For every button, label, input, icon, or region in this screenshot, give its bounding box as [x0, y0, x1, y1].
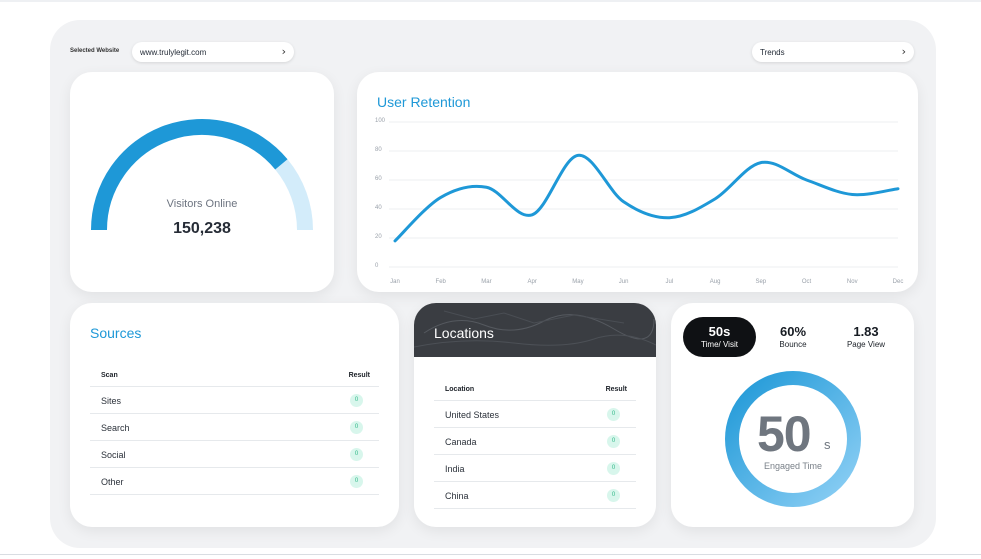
visitors-value: 150,238	[173, 220, 231, 237]
table-row[interactable]: Sites 0	[90, 387, 379, 414]
table-row[interactable]: Canada 0	[434, 428, 636, 455]
metric-label: Page View	[846, 340, 886, 349]
table-row[interactable]: Search 0	[90, 414, 379, 441]
top-divider	[0, 0, 981, 2]
table-row[interactable]: Social 0	[90, 441, 379, 468]
visitors-gauge	[91, 119, 313, 231]
metric-label: Bounce	[779, 340, 807, 349]
engaged-time-ring: 50 s Engaged Time	[723, 369, 863, 509]
metric-bounce[interactable]: 60% Bounce	[765, 324, 821, 349]
sources-table: Scan Result Sites 0 Search 0 Social 0 Ot…	[90, 365, 379, 495]
chevron-right-icon: ›	[281, 45, 286, 58]
table-row[interactable]: China 0	[434, 482, 636, 509]
row-name: India	[445, 464, 465, 474]
row-name: Canada	[445, 437, 477, 447]
row-name: United States	[445, 410, 500, 420]
result-badge: 0	[607, 408, 620, 421]
row-name: China	[445, 491, 469, 501]
trends-selector[interactable]: Trends ›	[752, 42, 914, 62]
retention-chart	[389, 121, 900, 268]
col-result-header: Result	[348, 372, 370, 379]
retention-series-line	[393, 153, 900, 243]
result-badge: 0	[607, 462, 620, 475]
engagement-card: 50s Time/ Visit 60% Bounce 1.83 Page Vie…	[671, 303, 914, 527]
table-row[interactable]: Other 0	[90, 468, 379, 495]
table-header: Scan Result	[90, 365, 379, 387]
metric-value: 50s	[708, 324, 731, 339]
table-row[interactable]: United States 0	[434, 401, 636, 428]
result-badge: 0	[607, 489, 620, 502]
result-badge: 0	[350, 448, 363, 461]
visitors-card: Visitors Online 150,238	[70, 72, 334, 292]
engaged-time-value: 50	[757, 406, 812, 462]
visitors-label: Visitors Online	[166, 198, 238, 210]
website-selector[interactable]: www.trulylegit.com ›	[132, 42, 294, 62]
metric-time-per-visit[interactable]: 50s Time/ Visit	[683, 317, 756, 357]
col-scan-header: Scan	[101, 372, 118, 379]
selected-website-label: Selected Website	[70, 48, 120, 54]
website-value: www.trulylegit.com	[140, 47, 207, 57]
table-row[interactable]: India 0	[434, 455, 636, 482]
chevron-right-icon: ›	[901, 45, 906, 58]
row-name: Other	[101, 477, 124, 487]
result-badge: 0	[350, 475, 363, 488]
locations-table: Location Result United States 0 Canada 0…	[434, 379, 636, 509]
engaged-time-unit: s	[824, 437, 831, 452]
engaged-time-label: Engaged Time	[763, 461, 823, 471]
row-name: Search	[101, 423, 130, 433]
locations-title: Locations	[434, 325, 494, 341]
locations-card: Locations Location Result United States …	[414, 303, 656, 527]
trends-value: Trends	[760, 47, 785, 57]
col-location-header: Location	[445, 386, 475, 393]
sources-title: Sources	[90, 325, 142, 341]
map-header: Locations	[414, 303, 656, 357]
row-name: Sites	[101, 396, 122, 406]
result-badge: 0	[350, 421, 363, 434]
metric-value: 60%	[779, 324, 807, 339]
table-header: Location Result	[434, 379, 636, 401]
row-name: Social	[101, 450, 126, 460]
result-badge: 0	[607, 435, 620, 448]
gauge-fill	[91, 119, 288, 231]
metric-value: 1.83	[853, 324, 879, 339]
sources-card: Sources Scan Result Sites 0 Search 0 Soc…	[70, 303, 399, 527]
metric-label: Time/ Visit	[701, 340, 738, 349]
result-badge: 0	[350, 394, 363, 407]
col-result-header: Result	[605, 386, 627, 393]
retention-card: User Retention 100 80 60 40 20 0 Jan Feb Mar Apr…	[357, 72, 918, 292]
metric-page-view[interactable]: 1.83 Page View	[833, 324, 899, 349]
bottom-divider	[0, 554, 981, 555]
